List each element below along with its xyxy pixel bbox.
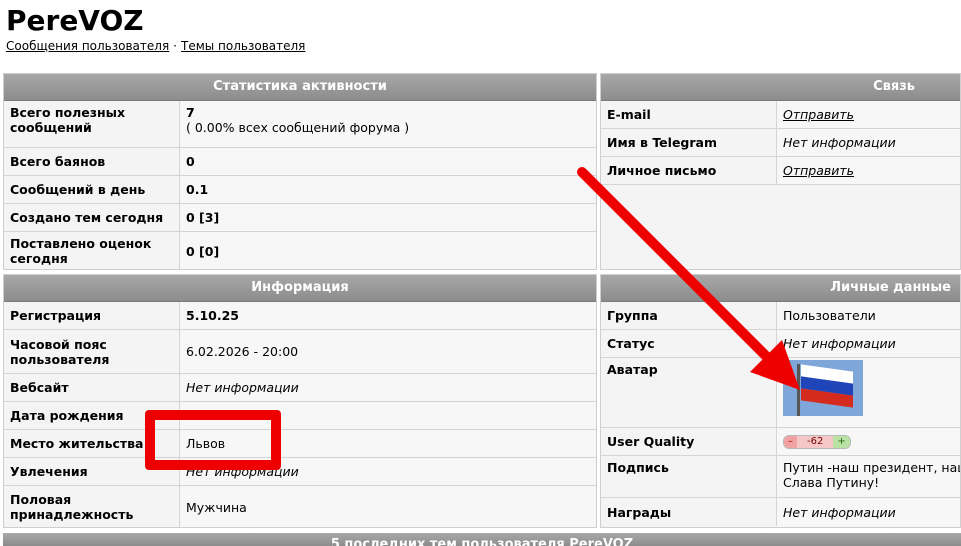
red-arrow-annotation — [577, 167, 800, 390]
arrow-shaft — [577, 167, 783, 373]
